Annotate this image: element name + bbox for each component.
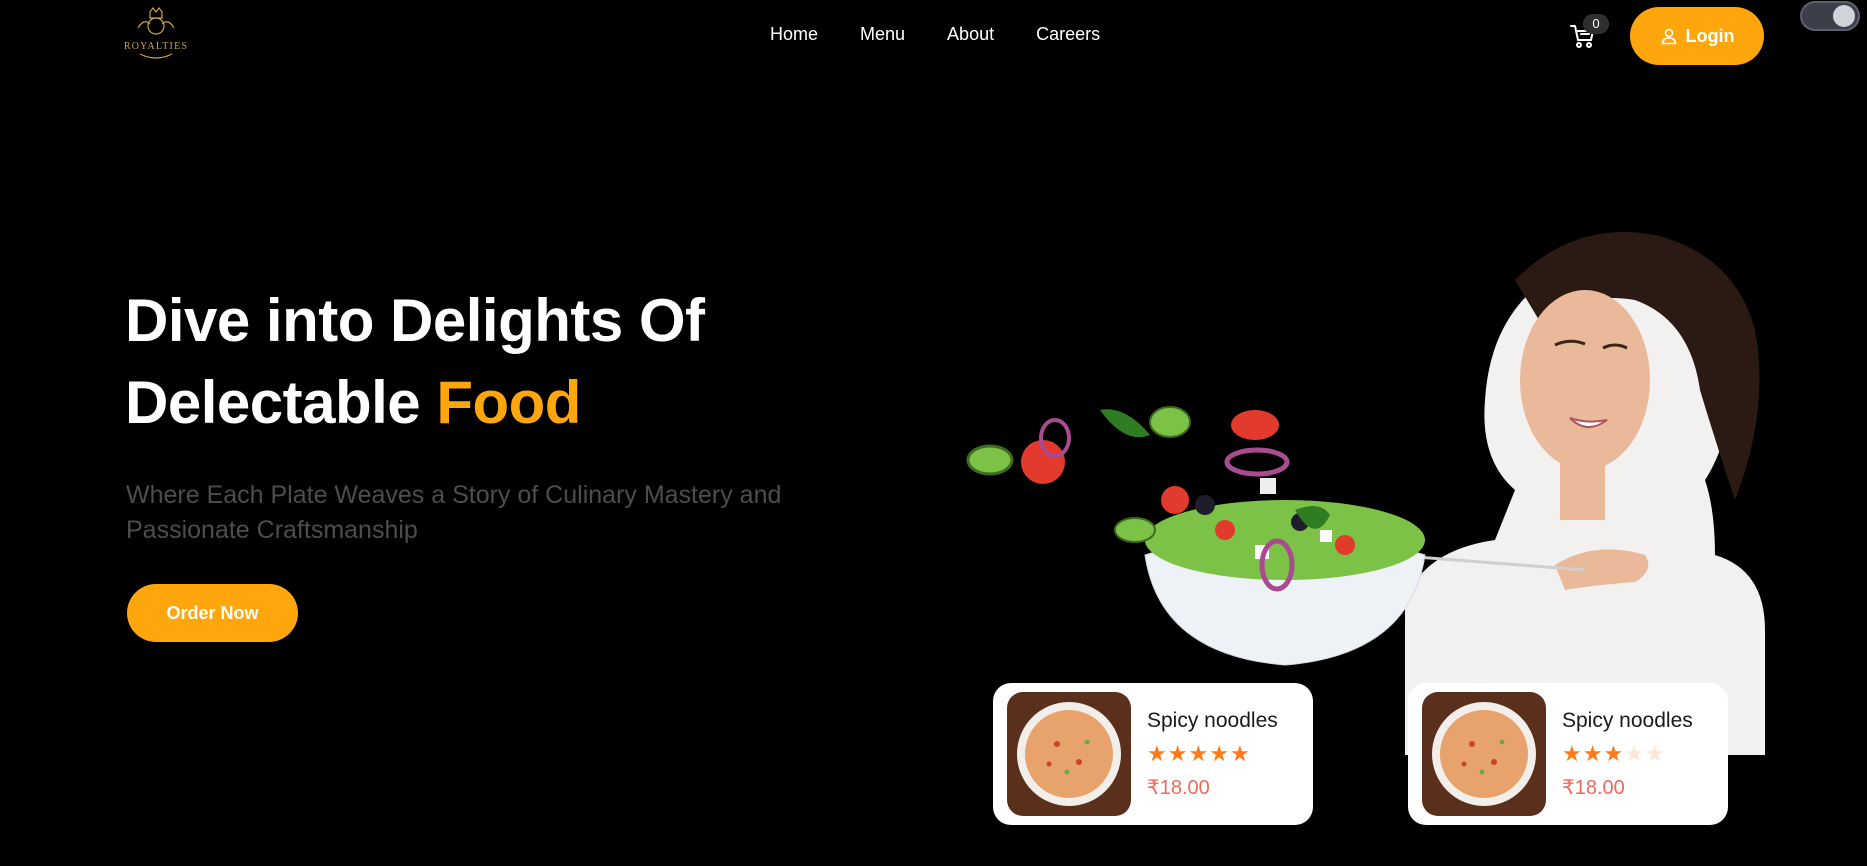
user-icon bbox=[1661, 28, 1676, 45]
theme-toggle-icon bbox=[1833, 5, 1855, 27]
star-icon: ★ bbox=[1167, 740, 1188, 766]
logo-text: ROYALTIES bbox=[124, 41, 188, 52]
food-card[interactable]: Spicy noodles ★ ★ ★ ★ ★ ₹18.00 bbox=[993, 683, 1313, 825]
headline-line2: Delectable bbox=[125, 369, 421, 436]
nav-careers[interactable]: Careers bbox=[1036, 24, 1100, 45]
star-icon: ★ bbox=[1188, 740, 1209, 766]
star-icon: ★ bbox=[1229, 740, 1250, 766]
login-button[interactable]: Login bbox=[1630, 7, 1764, 65]
food-price: ₹18.00 bbox=[1562, 776, 1625, 799]
star-icon: ★ bbox=[1582, 740, 1603, 766]
headline-line1: Dive into Delights Of bbox=[125, 287, 705, 354]
nav-about[interactable]: About bbox=[947, 24, 994, 45]
nav-home[interactable]: Home bbox=[770, 24, 818, 45]
food-thumbnail bbox=[1422, 692, 1546, 816]
nav-menu[interactable]: Menu bbox=[860, 24, 905, 45]
food-card-info: Spicy noodles ★ ★ ★ ★ ★ ₹18.00 bbox=[1147, 709, 1278, 800]
star-rating: ★ ★ ★ ★ ★ bbox=[1562, 740, 1693, 766]
logo-crest-icon: ROYALTIES bbox=[124, 7, 188, 59]
star-icon: ★ bbox=[1624, 740, 1644, 766]
food-name: Spicy noodles bbox=[1562, 708, 1693, 732]
cart-count-badge: 0 bbox=[1583, 14, 1609, 34]
food-thumbnail bbox=[1007, 692, 1131, 816]
food-name: Spicy noodles bbox=[1147, 708, 1278, 732]
headline-accent: Food bbox=[436, 369, 581, 436]
star-icon: ★ bbox=[1603, 740, 1624, 766]
brand-logo[interactable]: ROYALTIES bbox=[110, 6, 202, 66]
food-price: ₹18.00 bbox=[1147, 776, 1210, 799]
star-icon: ★ bbox=[1209, 740, 1229, 766]
hero-headline: Dive into Delights Of Delectable Food bbox=[125, 280, 885, 444]
main-nav: Home Menu About Careers bbox=[770, 24, 1100, 45]
order-now-button[interactable]: Order Now bbox=[127, 584, 298, 642]
food-card-info: Spicy noodles ★ ★ ★ ★ ★ ₹18.00 bbox=[1562, 709, 1693, 800]
star-icon: ★ bbox=[1147, 740, 1167, 766]
hero-subtitle: Where Each Plate Weaves a Story of Culin… bbox=[126, 481, 782, 544]
hero-image bbox=[955, 210, 1765, 755]
food-card[interactable]: Spicy noodles ★ ★ ★ ★ ★ ₹18.00 bbox=[1408, 683, 1728, 825]
login-label: Login bbox=[1685, 25, 1735, 46]
star-icon: ★ bbox=[1644, 740, 1665, 766]
star-icon: ★ bbox=[1562, 740, 1582, 766]
theme-toggle[interactable] bbox=[1800, 1, 1860, 31]
star-rating: ★ ★ ★ ★ ★ bbox=[1147, 740, 1278, 766]
